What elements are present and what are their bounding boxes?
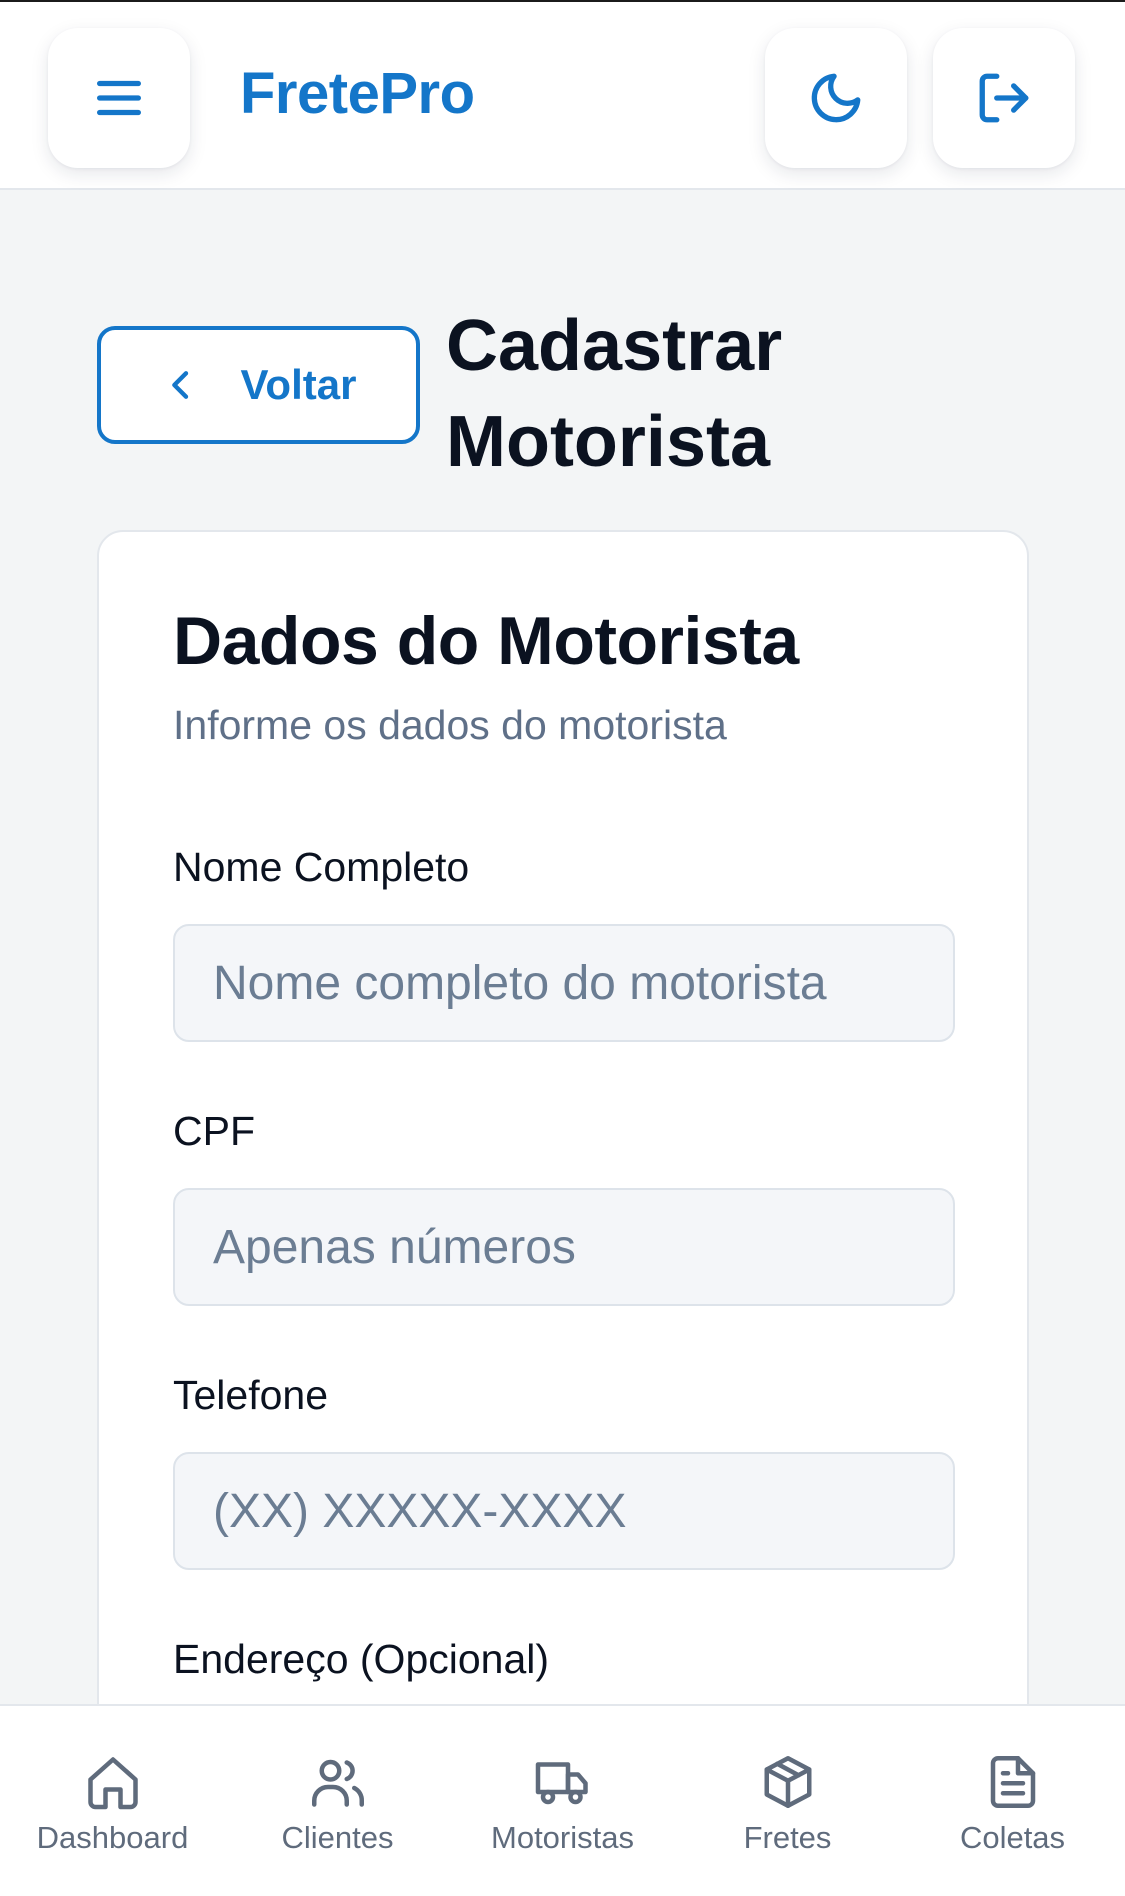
back-button[interactable]: Voltar [97, 326, 420, 444]
users-icon [311, 1759, 364, 1807]
phone-input[interactable] [173, 1452, 955, 1570]
nav-label-motoristas: Motoristas [491, 1820, 634, 1855]
bottom-navigation: Dashboard Clientes Motoristas Fretes Col… [0, 1704, 1125, 1896]
logout-icon [979, 73, 1029, 123]
page-title: Cadastrar Motorista [446, 306, 783, 482]
cpf-label: CPF [173, 1108, 255, 1154]
back-button-label: Voltar [240, 361, 357, 408]
nav-item-coletas[interactable]: Coletas [900, 1752, 1125, 1872]
phone-label: Telefone [173, 1372, 329, 1418]
nav-item-fretes[interactable]: Fretes [675, 1752, 900, 1872]
nav-label-coletas: Coletas [959, 1820, 1066, 1855]
cpf-input[interactable] [173, 1188, 955, 1306]
chevron-left-icon [171, 371, 188, 399]
home-icon [87, 1757, 138, 1810]
theme-toggle-button[interactable] [765, 28, 907, 168]
nav-item-dashboard[interactable]: Dashboard [0, 1752, 225, 1872]
nav-label-fretes: Fretes [743, 1820, 832, 1855]
address-label: Endereço (Opcional) [173, 1636, 550, 1682]
brand-logo: FretePro [240, 61, 475, 126]
nav-label-clientes: Clientes [281, 1820, 394, 1855]
app-frame: FretePro Voltar Cadastrar Motorista Dado… [0, 0, 1125, 1896]
nav-item-clientes[interactable]: Clientes [225, 1752, 450, 1872]
card-subtitle: Informe os dados do motorista [173, 702, 727, 748]
driver-form-card: Dados do Motorista Informe os dados do m… [97, 530, 1029, 1896]
moon-icon [811, 73, 861, 123]
full-name-input[interactable] [173, 924, 955, 1042]
truck-icon [535, 1762, 588, 1805]
nav-item-motoristas[interactable]: Motoristas [450, 1752, 675, 1872]
nav-label-dashboard: Dashboard [36, 1820, 189, 1855]
card-title: Dados do Motorista [173, 603, 799, 679]
menu-button[interactable] [48, 28, 190, 168]
menu-icon [97, 80, 141, 116]
logout-button[interactable] [933, 28, 1075, 168]
document-icon [990, 1756, 1035, 1808]
full-name-label: Nome Completo [173, 844, 470, 890]
top-header: FretePro [0, 2, 1125, 190]
package-icon [764, 1756, 811, 1808]
